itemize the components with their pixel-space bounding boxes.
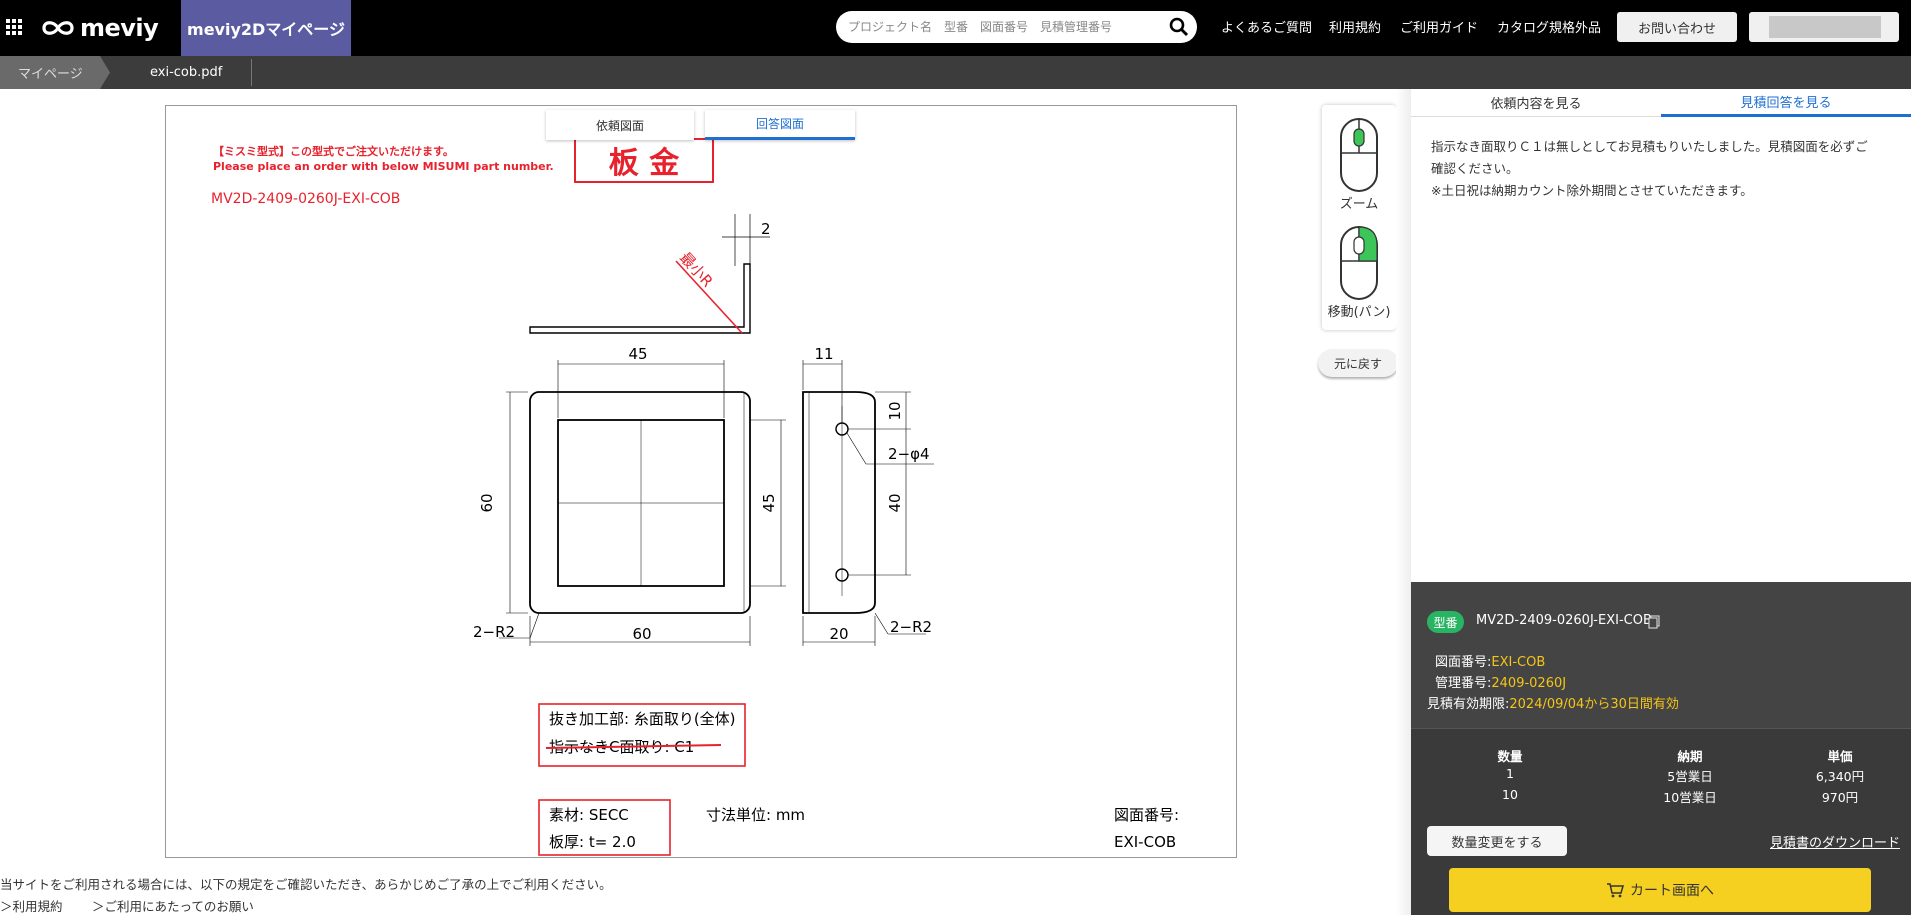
col-header-quantity: 数量	[1497, 749, 1523, 764]
order-note-jp: 【ミスミ型式】この型式でご注文いただけます。	[213, 144, 454, 158]
sheet-metal-stamp: 板 金	[609, 146, 680, 181]
copy-icon[interactable]	[1648, 615, 1660, 629]
breadcrumb: マイページ exi-cob.pdf	[0, 56, 1911, 89]
bracket-front-view	[499, 360, 786, 646]
dim-offset-10: 10	[886, 401, 904, 420]
search-input[interactable]	[848, 20, 1168, 34]
change-quantity-button[interactable]: 数量変更をする	[1427, 826, 1567, 856]
search-box	[836, 11, 1197, 43]
download-quote-link[interactable]: 見積書のダウンロード	[1770, 832, 1900, 851]
management-number-row: 管理番号:2409-0260J	[1435, 672, 1566, 691]
table-cell: 6,340円	[1815, 769, 1865, 784]
footer-link-request[interactable]: ＞ご利用にあたってのお願い	[92, 896, 254, 915]
dimension-unit: 寸法単位: mm	[706, 806, 805, 824]
top-header: meviy meviy2Dマイページ よくあるご質問 利用規約 ご利用ガイド カ…	[0, 0, 1911, 56]
footer-link-terms[interactable]: ＞利用規約	[0, 896, 63, 915]
reset-view-button[interactable]: 元に戻す	[1318, 349, 1398, 377]
infinity-logo-icon	[42, 21, 74, 35]
part-number-badge: 型番	[1427, 611, 1464, 633]
go-to-cart-button[interactable]: カート画面へ	[1449, 868, 1871, 912]
mouse-pan-icon	[1340, 226, 1378, 300]
redacted-username	[1769, 16, 1881, 38]
table-cell: 970円	[1821, 790, 1859, 805]
quote-message-line: 確認ください。	[1431, 161, 1519, 176]
radius-left-label: 2−R2	[473, 623, 515, 641]
dim-width-45: 45	[628, 345, 647, 363]
tab-view-quote-answer[interactable]: 見積回答を見る	[1661, 89, 1911, 117]
drawing-part-number: MV2D-2409-0260J-EXI-COB	[211, 191, 400, 207]
mypage-tab[interactable]: meviy2Dマイページ	[181, 0, 351, 56]
quote-message-line: 指示なき面取りＣ１は無しとしてお見積もりいたしました。見積図面を必ずご	[1431, 139, 1868, 154]
footer-notice: 当サイトをご利用される場合には、以下の規定をご確認いただき、あらかじめご了承の上…	[0, 877, 612, 892]
drawing-number-value: EXI-COB	[1491, 655, 1546, 670]
order-note-en: Please place an order with below MISUMI …	[213, 160, 554, 173]
bracket-profile-view	[529, 214, 770, 334]
table-cell: 5営業日	[1667, 769, 1713, 784]
drawing-number-label: 図面番号:	[1114, 806, 1179, 824]
nav-guide[interactable]: ご利用ガイド	[1400, 17, 1478, 36]
radius-right-label: 2−R2	[890, 618, 932, 636]
dim-height-60: 60	[478, 493, 496, 512]
cart-icon	[1607, 883, 1624, 898]
table-cell: 10	[1502, 787, 1518, 802]
cart-button-label: カート画面へ	[1630, 883, 1714, 899]
dim-inner-45: 45	[760, 493, 778, 512]
mouse-zoom-icon	[1340, 118, 1378, 192]
bracket-side-view	[802, 360, 934, 646]
mouse-zoom-label: ズーム	[1339, 197, 1379, 212]
search-icon[interactable]	[1169, 17, 1189, 37]
tab-view-request[interactable]: 依頼内容を見る	[1411, 89, 1661, 117]
quote-part-number: MV2D-2409-0260J-EXI-COB	[1476, 613, 1652, 628]
dim-thickness-2: 2	[761, 220, 771, 238]
quote-message: 指示なき面取りＣ１は無しとしてお見積もりいたしました。見積図面を必ずご 確認くだ…	[1431, 136, 1891, 202]
drawing-viewer[interactable]: 【ミスミ型式】この型式でご注文いただけます。 Please place an o…	[165, 105, 1237, 858]
mouse-controls-panel: ズーム 移動(パン)	[1322, 105, 1396, 330]
contact-button[interactable]: お問い合わせ	[1617, 12, 1737, 42]
breadcrumb-file: exi-cob.pdf	[150, 65, 223, 80]
dim-hole-diameter: 2−φ4	[888, 445, 930, 463]
breadcrumb-divider	[251, 59, 252, 86]
drawing-number-value: EXI-COB	[1114, 833, 1176, 851]
nav-faq[interactable]: よくあるご質問	[1221, 17, 1312, 36]
management-number-value: 2409-0260J	[1491, 676, 1567, 691]
validity-label: 見積有効期限:	[1427, 697, 1510, 712]
app-grid-icon[interactable]	[6, 19, 22, 35]
user-account-button[interactable]	[1749, 12, 1899, 42]
mouse-pan-label: 移動(パン)	[1327, 305, 1391, 320]
table-cell: 10営業日	[1663, 790, 1717, 805]
drawing-canvas[interactable]: 【ミスミ型式】この型式でご注文いただけます。 Please place an o…	[166, 106, 1238, 859]
right-panel-tabs: 依頼内容を見る 見積回答を見る	[1411, 89, 1911, 117]
col-header-lead-time: 納期	[1677, 749, 1703, 764]
dim-pitch-40: 40	[886, 493, 904, 512]
management-number-label: 管理番号:	[1435, 676, 1492, 691]
logo-text: meviy	[80, 14, 159, 42]
processing-spec-1: 抜き加工部: 糸面取り(全体)	[549, 710, 736, 728]
validity-value: 2024/09/04から30日間有効	[1509, 697, 1679, 712]
dim-width-60: 60	[632, 625, 651, 643]
tab-answer-drawing[interactable]: 回答図面	[705, 110, 855, 140]
min-radius-label: 最小R	[676, 249, 716, 291]
breadcrumb-home[interactable]: マイページ	[0, 56, 110, 89]
col-header-unit-price: 単価	[1827, 749, 1853, 764]
drawing-number-label: 図面番号:	[1435, 655, 1492, 670]
table-cell: 1	[1506, 766, 1514, 781]
drawing-number-row: 図面番号:EXI-COB	[1435, 651, 1545, 670]
quote-message-line: ※土日祝は納期カウント除外期間とさせていただきます。	[1431, 183, 1753, 198]
dim-depth-20: 20	[829, 625, 848, 643]
panel-shadow	[1396, 89, 1411, 915]
meviy-logo[interactable]: meviy	[40, 11, 159, 45]
nav-terms[interactable]: 利用規約	[1329, 17, 1381, 36]
validity-row: 見積有効期限:2024/09/04から30日間有効	[1427, 693, 1679, 712]
thickness-spec: 板厚: t= 2.0	[549, 833, 636, 851]
tab-request-drawing[interactable]: 依頼図面	[546, 110, 694, 140]
dim-width-11: 11	[814, 345, 833, 363]
material-spec: 素材: SECC	[549, 806, 629, 824]
nav-non-catalog[interactable]: カタログ規格外品	[1497, 17, 1601, 36]
